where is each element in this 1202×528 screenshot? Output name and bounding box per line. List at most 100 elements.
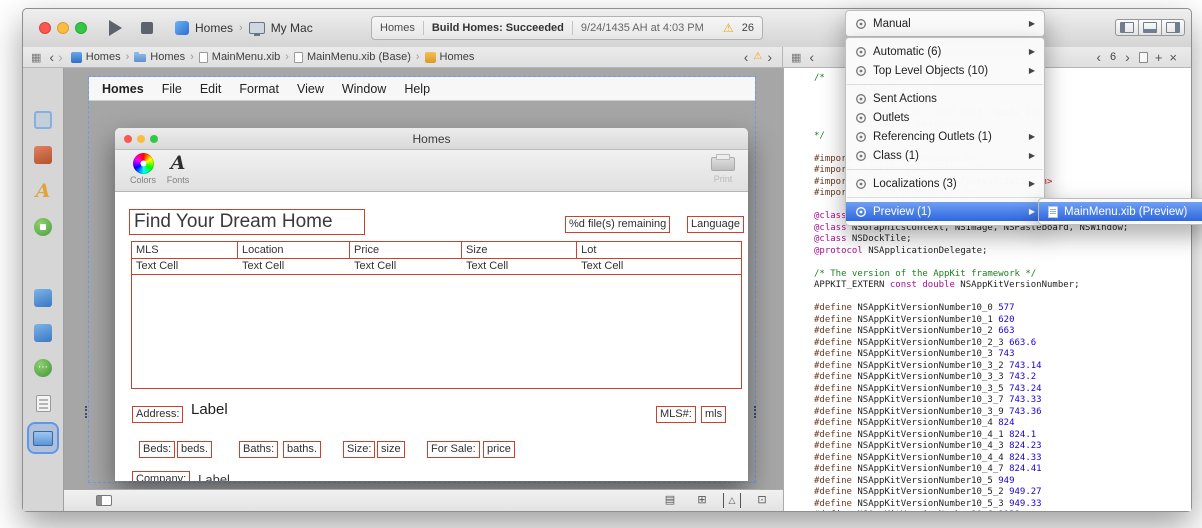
document-outline-toggle[interactable] (96, 495, 112, 506)
back-button[interactable]: ‹ (47, 50, 56, 64)
menu-item-sent-actions[interactable]: Sent Actions (846, 89, 1044, 108)
forward-button[interactable]: › (56, 50, 65, 64)
menu-item-referencing-outlets-1[interactable]: Referencing Outlets (1) ▶ (846, 127, 1044, 146)
toggle-debug-area-button[interactable] (1138, 19, 1162, 36)
mls-label[interactable]: MLS#: (656, 406, 696, 423)
code-line[interactable]: APPKIT_EXTERN const double NSAppKitVersi… (814, 280, 1172, 292)
mock-toolbar[interactable]: Colors A Fonts Print (115, 150, 748, 192)
toggle-inspectors-button[interactable] (1161, 19, 1185, 36)
dock-item-font-manager[interactable]: ⋯ (29, 354, 57, 382)
fonts-toolbar-item[interactable]: A Fonts (165, 153, 191, 186)
company-label[interactable]: Company: (132, 471, 191, 481)
field-label-baths[interactable]: Baths: (239, 441, 279, 458)
menu-item-outlets[interactable]: Outlets (846, 108, 1044, 127)
field-value-beds[interactable]: beds. (177, 441, 212, 458)
next-counterpart-button[interactable]: › (1123, 50, 1132, 64)
dock-item-files-owner[interactable] (29, 106, 57, 134)
print-toolbar-item[interactable]: Print (706, 153, 740, 184)
dock-item-window[interactable] (29, 424, 57, 452)
mock-table[interactable]: MLS Location Price Size Lot Text Cell Text Ce… (131, 241, 742, 389)
table-column-header[interactable]: Size (462, 242, 578, 258)
code-line[interactable]: #define NSAppKitVersionNumber10_5_3 949.… (814, 499, 1172, 511)
code-line[interactable]: #define NSAppKitVersionNumber10_6 1038 (814, 510, 1172, 511)
menu-item-mainmenu-xib-preview[interactable]: MainMenu.xib (Preview) (1039, 202, 1202, 221)
breadcrumb-item[interactable]: Homes (424, 51, 474, 63)
code-line[interactable]: #define NSAppKitVersionNumber10_3_2 743.… (814, 361, 1172, 373)
breadcrumb-item[interactable]: MainMenu.xib (Base) (293, 51, 411, 63)
field-label-for-sale[interactable]: For Sale: (427, 441, 480, 458)
stop-button[interactable] (141, 22, 153, 34)
headline-field[interactable]: Find Your Dream Home (129, 209, 365, 235)
code-line[interactable]: #define NSAppKitVersionNumber10_5_2 949.… (814, 487, 1172, 499)
related-items-icon[interactable]: ▦ (791, 51, 801, 64)
table-column-header[interactable]: Location (238, 242, 350, 258)
field-value-size[interactable]: size (377, 441, 405, 458)
related-items-icon[interactable]: ▦ (31, 51, 41, 64)
mock-menu-item-window[interactable]: Window (342, 82, 386, 96)
next-issue-button[interactable]: › (765, 50, 774, 64)
dock-item-object-1[interactable] (29, 284, 57, 312)
warning-icon[interactable]: ⚠ (723, 22, 734, 34)
address-value-label[interactable]: Label (191, 401, 228, 418)
mls-value-field[interactable]: mls (701, 406, 727, 423)
mock-window-titlebar[interactable]: Homes (115, 128, 748, 150)
mock-window[interactable]: Homes Colors A Fonts Print Find Your Dre… (115, 128, 748, 481)
menu-item-preview-1[interactable]: Preview (1) ▶ (846, 202, 1044, 221)
table-cell[interactable]: Text Cell (462, 259, 577, 274)
code-line[interactable]: #define NSAppKitVersionNumber10_3_7 743.… (814, 395, 1172, 407)
dock-item-main-menu[interactable] (29, 389, 57, 417)
language-field[interactable]: Language (687, 216, 744, 233)
close-assistant-editor-button[interactable]: × (1169, 51, 1177, 64)
resizing-behavior-button[interactable]: ⊡ (751, 493, 773, 508)
mock-menu-app[interactable]: Homes (102, 82, 144, 96)
ib-canvas[interactable]: Homes File Edit Format View Window Help Homes … (64, 68, 783, 511)
colors-toolbar-item[interactable]: Colors (125, 153, 161, 185)
code-line[interactable]: #define NSAppKitVersionNumber10_4_3 824.… (814, 441, 1172, 453)
zoom-button[interactable] (75, 22, 87, 34)
resize-handle-left[interactable] (85, 406, 87, 418)
minimize-button[interactable] (57, 22, 69, 34)
code-line[interactable]: @class NSDockTile; (814, 234, 1172, 246)
previous-issue-button[interactable]: ‹ (742, 50, 751, 64)
run-button[interactable] (109, 20, 122, 36)
code-line[interactable] (814, 257, 1172, 269)
code-line[interactable]: #define NSAppKitVersionNumber10_4_1 824.… (814, 430, 1172, 442)
code-line[interactable]: #define NSAppKitVersionNumber10_1 620 (814, 315, 1172, 327)
code-line[interactable]: #define NSAppKitVersionNumber10_4_7 824.… (814, 464, 1172, 476)
menu-item-top-level-objects-10[interactable]: Top Level Objects (10) ▶ (846, 61, 1044, 80)
mock-menu-item-edit[interactable]: Edit (200, 82, 222, 96)
warning-count[interactable]: 26 (742, 22, 754, 34)
code-line[interactable]: /* The version of the AppKit framework *… (814, 269, 1172, 281)
code-line[interactable]: #define NSAppKitVersionNumber10_0 577 (814, 303, 1172, 315)
table-cell[interactable]: Text Cell (350, 259, 462, 274)
table-cell[interactable]: Text Cell (238, 259, 350, 274)
mock-menu-item-view[interactable]: View (297, 82, 324, 96)
breadcrumb-item[interactable]: Homes (70, 51, 121, 63)
dock-item-first-responder[interactable] (29, 141, 57, 169)
resize-handle-right[interactable] (754, 406, 756, 418)
table-cell[interactable]: Text Cell (577, 259, 741, 274)
breadcrumb-item[interactable]: MainMenu.xib (198, 51, 280, 63)
code-line[interactable]: #define NSAppKitVersionNumber10_2_3 663.… (814, 338, 1172, 350)
table-column-header[interactable]: Price (350, 242, 463, 258)
resolve-auto-layout-button[interactable]: △ (723, 493, 741, 508)
dock-item-object-2[interactable] (29, 319, 57, 347)
mock-menu-item-file[interactable]: File (162, 82, 182, 96)
menu-item-automatic-6[interactable]: Automatic (6) ▶ (846, 42, 1044, 61)
company-value-label[interactable]: Label (198, 472, 230, 481)
previous-counterpart-button[interactable]: ‹ (1094, 50, 1103, 64)
code-line[interactable]: #define NSAppKitVersionNumber10_5 949 (814, 476, 1172, 488)
code-line[interactable]: #define NSAppKitVersionNumber10_4_4 824.… (814, 453, 1172, 465)
menu-item-class-1[interactable]: Class (1) ▶ (846, 146, 1044, 165)
field-value-for-sale[interactable]: price (483, 441, 515, 458)
menu-item-localizations-3[interactable]: Localizations (3) ▶ (846, 174, 1044, 193)
toggle-navigator-button[interactable] (1115, 19, 1139, 36)
tracking-mode-icon[interactable] (1138, 51, 1148, 63)
field-value-baths[interactable]: baths. (283, 441, 321, 458)
close-button[interactable] (39, 22, 51, 34)
code-line[interactable]: #define NSAppKitVersionNumber10_3 743 (814, 349, 1172, 361)
table-column-header[interactable]: Lot (577, 242, 741, 258)
dock-item-application[interactable]: A (29, 177, 57, 205)
table-column-header[interactable]: MLS (132, 242, 238, 258)
mock-menu-item-help[interactable]: Help (404, 82, 430, 96)
